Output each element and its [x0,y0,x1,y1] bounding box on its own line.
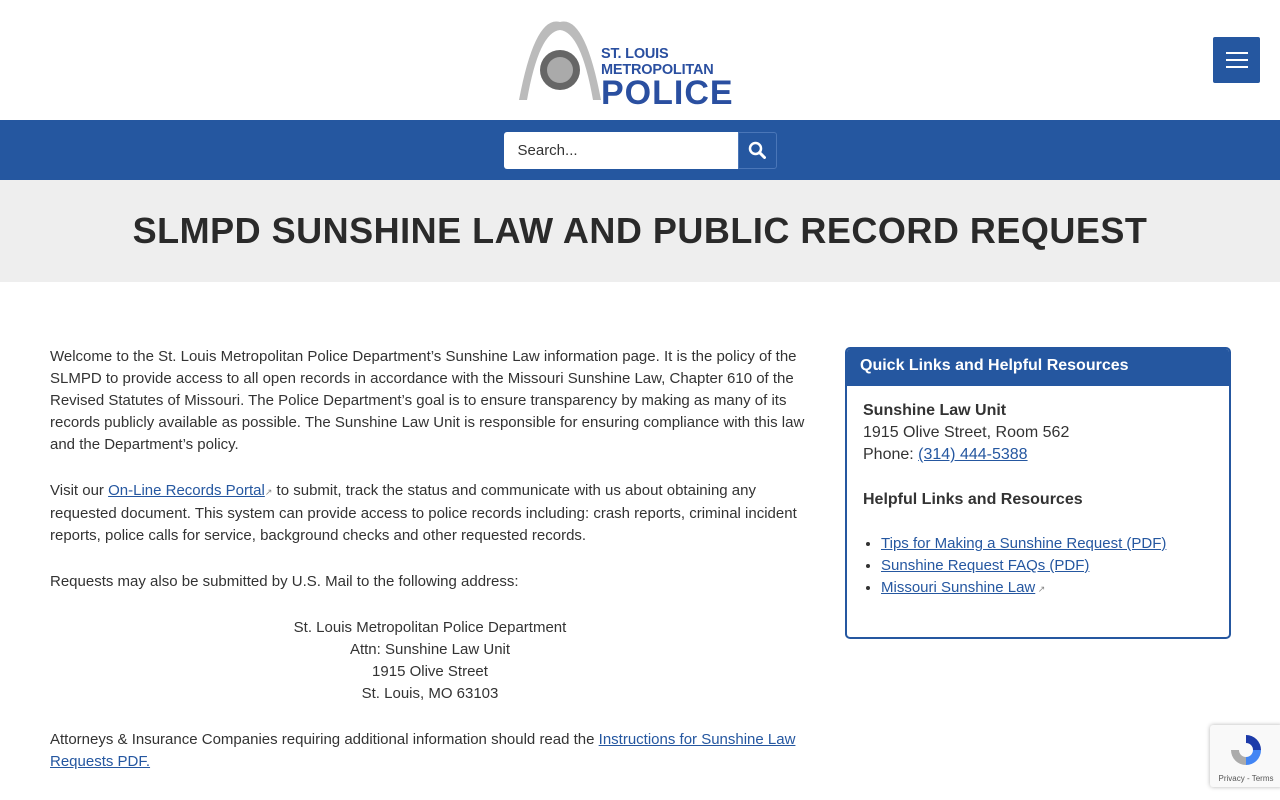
list-item: Sunshine Request FAQs (PDF) [881,555,1213,577]
menu-button[interactable] [1213,37,1260,83]
address-line: 1915 Olive Street [372,663,488,680]
arch-badge-logo-icon [519,21,601,100]
hamburger-icon [1225,52,1248,54]
slmpd-logo[interactable]: ST. LOUIS METROPOLITAN POLICE [515,20,765,110]
tips-pdf-link[interactable]: Tips for Making a Sunshine Request (PDF) [881,535,1166,552]
mail-paragraph: Requests may also be submitted by U.S. M… [50,573,519,590]
records-portal-link[interactable]: On-Line Records Portal [108,482,265,499]
missouri-sunshine-law-link[interactable]: Missouri Sunshine Law [881,579,1035,596]
search-icon [748,141,766,159]
faqs-pdf-link[interactable]: Sunshine Request FAQs (PDF) [881,557,1089,574]
recaptcha-icon [1231,735,1261,765]
text: Visit our [50,482,109,499]
logo-line2: POLICE [601,74,734,112]
search-bar [0,120,1280,180]
unit-address: 1915 Olive Street, Room 562 [863,424,1070,441]
text: Attorneys & Insurance Companies requirin… [50,731,599,748]
list-item: Missouri Sunshine Law ↗ [881,577,1213,600]
hamburger-line [1225,66,1248,68]
list-item: Tips for Making a Sunshine Request (PDF) [881,533,1213,555]
recaptcha-badge[interactable]: Privacy - Terms [1210,725,1280,787]
unit-name: Sunshine Law Unit [863,402,1007,419]
page-title: SLMPD SUNSHINE LAW AND PUBLIC RECORD REQ… [132,210,1148,251]
search-input[interactable] [503,131,738,169]
quick-links-panel: Quick Links and Helpful Resources Sunshi… [845,347,1231,639]
title-banner: SLMPD SUNSHINE LAW AND PUBLIC RECORD REQ… [0,180,1280,282]
address-line: St. Louis Metropolitan Police Department [293,619,567,636]
portal-paragraph: Visit our On-Line Records Portal↗ to sub… [50,480,810,547]
external-link-icon: ↗ [1035,584,1046,594]
mailing-address: St. Louis Metropolitan Police Department… [50,617,810,705]
phone-link[interactable]: (314) 444-5388 [918,446,1027,463]
links-heading: Helpful Links and Resources [863,491,1083,508]
phone-label: Phone: [863,446,919,463]
recaptcha-terms[interactable]: Privacy - Terms [1210,774,1280,783]
hamburger-line [1225,59,1248,61]
panel-title: Quick Links and Helpful Resources [847,349,1229,386]
intro-paragraph: Welcome to the St. Louis Metropolitan Po… [50,348,805,453]
address-line: Attn: Sunshine Law Unit [349,641,511,658]
search-button[interactable] [737,131,777,169]
main-content: Welcome to the St. Louis Metropolitan Po… [50,346,810,797]
address-line: St. Louis, MO 63103 [361,685,499,702]
site-header: ST. LOUIS METROPOLITAN POLICE [0,0,1280,120]
attorneys-paragraph: Attorneys & Insurance Companies requirin… [50,729,810,773]
